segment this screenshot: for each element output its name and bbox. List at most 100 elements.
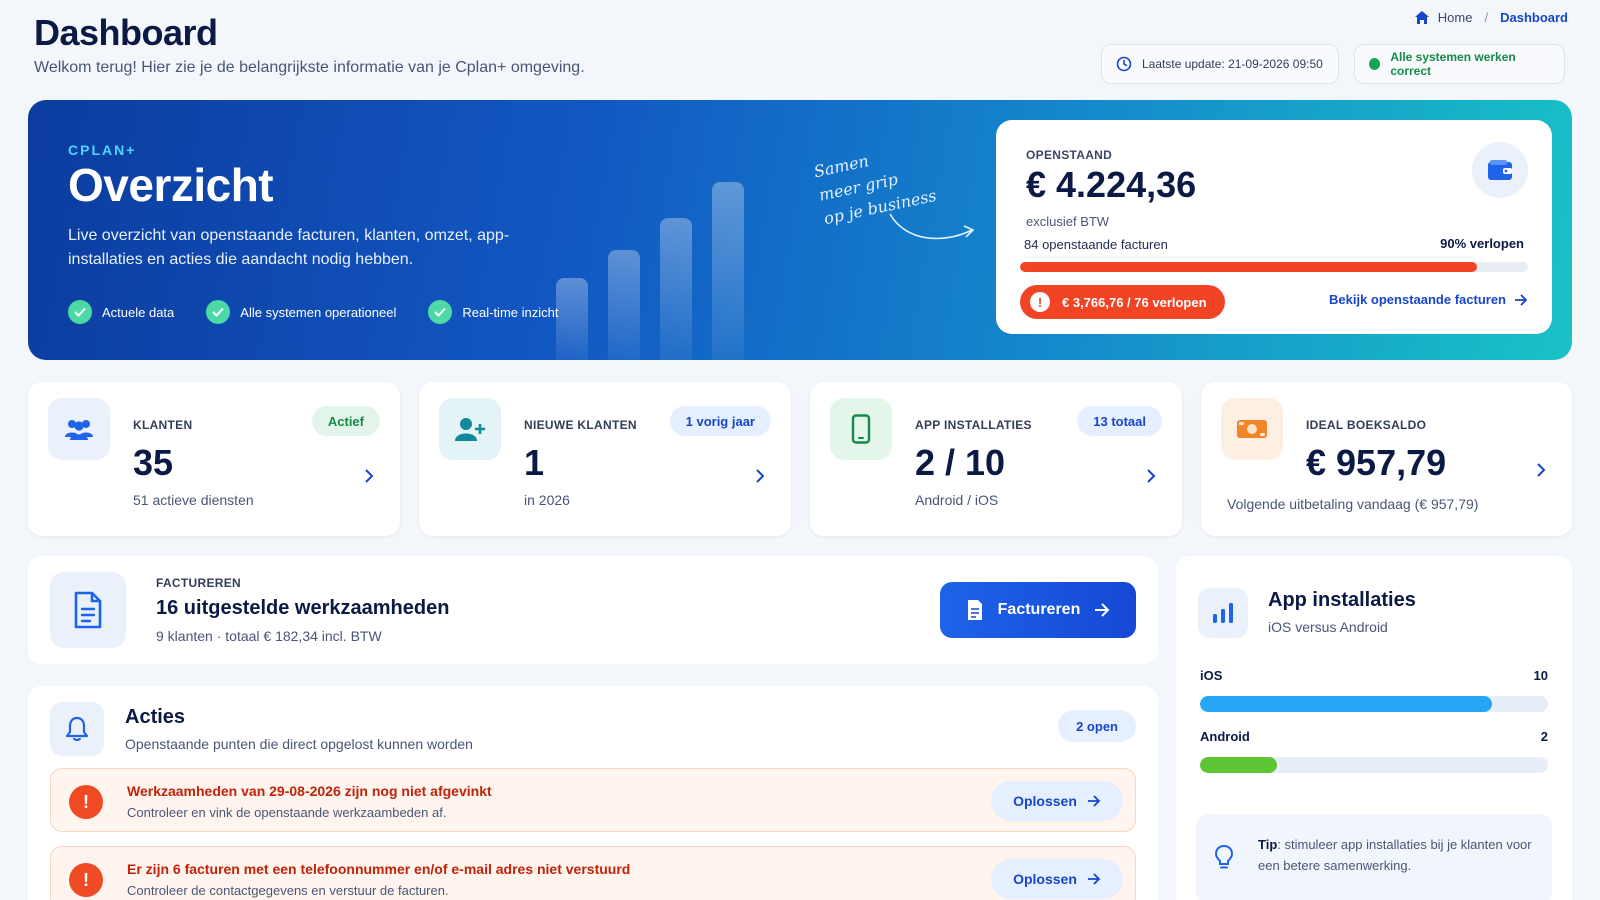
stat-label: APP INSTALLATIES (915, 418, 1032, 432)
action-title: Er zijn 6 facturen met een telefoonnumme… (127, 861, 631, 877)
view-open-invoices-label: Bekijk openstaande facturen (1329, 292, 1506, 307)
acties-title: Acties (125, 706, 186, 728)
factureren-sub: 9 klanten · totaal € 182,34 incl. BTW (156, 628, 382, 644)
ios-bar-fill (1200, 696, 1493, 712)
check-icon (428, 300, 453, 324)
decor-bar (608, 250, 640, 360)
status-badge: Actief (311, 406, 380, 436)
ios-bar (1200, 696, 1548, 712)
stat-sub: in 2026 (524, 492, 570, 508)
alert-icon: ! (69, 863, 103, 897)
stat-card-ideal-boeksaldo[interactable]: IDEAL BOEKSALDO € 957,79 Volgende uitbet… (1201, 382, 1572, 536)
action-item: ! Er zijn 6 facturen met een telefoonnum… (50, 846, 1136, 900)
oplossen-button[interactable]: Oplossen (991, 781, 1123, 821)
openstaand-note: exclusief BTW (1026, 214, 1110, 229)
action-sub: Controleer en vink de openstaande werkza… (127, 805, 447, 820)
hero-checklist: Actuele data Alle systemen operationeel … (68, 300, 558, 324)
stat-label: IDEAL BOEKSALDO (1306, 418, 1427, 432)
alert-icon: ! (69, 785, 103, 819)
hero-brand: CPLAN+ (68, 142, 137, 158)
oplossen-button-label: Oplossen (1013, 871, 1077, 887)
chevron-right-icon[interactable] (1146, 468, 1156, 484)
stat-sub: Volgende uitbetaling vandaag (€ 957,79) (1227, 496, 1479, 512)
breadcrumb-separator: / (1484, 10, 1489, 25)
chevron-right-icon[interactable] (755, 468, 765, 484)
tip-label: Tip (1258, 837, 1278, 852)
openstaand-card: OPENSTAAND € 4.224,36 exclusief BTW 84 o… (996, 120, 1552, 334)
ios-label: iOS (1200, 668, 1223, 683)
openstaand-progress-fill (1020, 262, 1478, 272)
money-icon (1221, 398, 1283, 460)
stat-card-nieuwe-klanten[interactable]: NIEUWE KLANTEN 1 vorig jaar 1 in 2026 (419, 382, 791, 536)
status-dot-icon (1369, 58, 1381, 70)
app-installaties-sub: iOS versus Android (1268, 619, 1388, 635)
hero-banner: CPLAN+ Overzicht Live overzicht van open… (28, 100, 1572, 360)
breadcrumb-current: Dashboard (1500, 10, 1568, 25)
document-icon (50, 572, 126, 648)
android-label: Android (1200, 729, 1250, 744)
hero-check-label: Actuele data (102, 304, 175, 320)
hero-check-item: Real-time inzicht (428, 300, 558, 324)
page-subtitle: Welkom terug! Hier zie je de belangrijks… (34, 59, 585, 76)
bar-chart-icon (1198, 588, 1248, 638)
phone-icon (830, 398, 892, 460)
stat-label: NIEUWE KLANTEN (524, 418, 637, 432)
wallet-icon (1472, 142, 1528, 198)
arrow-right-icon (1515, 293, 1528, 306)
breadcrumb: Home / Dashboard (1414, 10, 1568, 25)
status-badge: 1 vorig jaar (669, 406, 771, 436)
chevron-right-icon[interactable] (364, 468, 374, 484)
clock-icon (1116, 56, 1132, 72)
system-status-text: Alle systemen werken correct (1390, 50, 1516, 78)
tip-body: : stimuleer app installaties bij je klan… (1258, 837, 1532, 873)
tip-text: Tip: stimuleer app installaties bij je k… (1258, 834, 1538, 876)
stat-value: 2 / 10 (915, 442, 1006, 483)
breadcrumb-home[interactable]: Home (1438, 10, 1473, 25)
factureren-title: 16 uitgestelde werkzaamheden (156, 597, 450, 619)
openstaand-progress (1020, 262, 1528, 272)
factureren-button-label: Factureren (997, 601, 1081, 618)
decor-bar (660, 218, 692, 360)
stat-value: € 957,79 (1306, 442, 1447, 483)
android-value: 2 (1540, 729, 1548, 744)
decor-bar (712, 182, 744, 360)
arrow-right-icon (1095, 603, 1110, 617)
oplossen-button[interactable]: Oplossen (991, 859, 1123, 899)
app-installaties-title: App installaties (1268, 589, 1416, 611)
arrow-right-icon (1087, 873, 1101, 885)
action-title: Werkzaamheden van 29-08-2026 zijn nog ni… (127, 783, 492, 799)
alert-icon: ! (1030, 292, 1050, 312)
stat-card-klanten[interactable]: KLANTEN Actief 35 51 actieve diensten (28, 382, 400, 536)
last-update-text: Laatste update: 21-09-2026 09:50 (1142, 57, 1323, 71)
openstaand-amount: € 4.224,36 (1026, 164, 1197, 205)
hero-check-label: Alle systemen operationeel (240, 304, 397, 320)
decorative-bars (556, 180, 756, 360)
hero-title: Overzicht (68, 159, 274, 211)
acties-panel: Acties Openstaande punten die direct opg… (28, 686, 1158, 900)
openstaand-percent: 90% verlopen (1440, 236, 1524, 251)
chevron-right-icon[interactable] (1536, 462, 1546, 478)
stat-value: 35 (133, 442, 174, 483)
bell-icon (50, 702, 104, 756)
action-sub: Controleer de contactgegevens en verstuu… (127, 883, 449, 898)
acties-count-badge: 2 open (1058, 710, 1136, 742)
android-bar (1200, 757, 1548, 773)
home-icon[interactable] (1414, 10, 1430, 25)
stat-sub: 51 actieve diensten (133, 492, 254, 508)
stat-value: 1 (524, 442, 545, 483)
factureren-button[interactable]: Factureren (940, 582, 1136, 638)
factureren-card: FACTUREREN 16 uitgestelde werkzaamheden … (28, 556, 1158, 664)
view-open-invoices-link[interactable]: Bekijk openstaande facturen (1329, 292, 1528, 307)
arrow-right-icon (1087, 795, 1101, 807)
factureren-label: FACTUREREN (156, 576, 242, 590)
user-plus-icon (439, 398, 501, 460)
hero-check-label: Real-time inzicht (462, 304, 559, 320)
expired-text: € 3,766,76 / 76 verlopen (1062, 294, 1207, 310)
oplossen-button-label: Oplossen (1013, 793, 1077, 809)
invoice-icon (967, 600, 982, 620)
stat-card-app-installaties[interactable]: APP INSTALLATIES 13 totaal 2 / 10 Androi… (810, 382, 1182, 536)
system-status-chip: Alle systemen werken correct (1354, 44, 1565, 84)
curved-arrow-icon (889, 213, 975, 240)
stat-sub: Android / iOS (915, 492, 999, 508)
expired-badge[interactable]: ! € 3,766,76 / 76 verlopen (1020, 285, 1225, 319)
